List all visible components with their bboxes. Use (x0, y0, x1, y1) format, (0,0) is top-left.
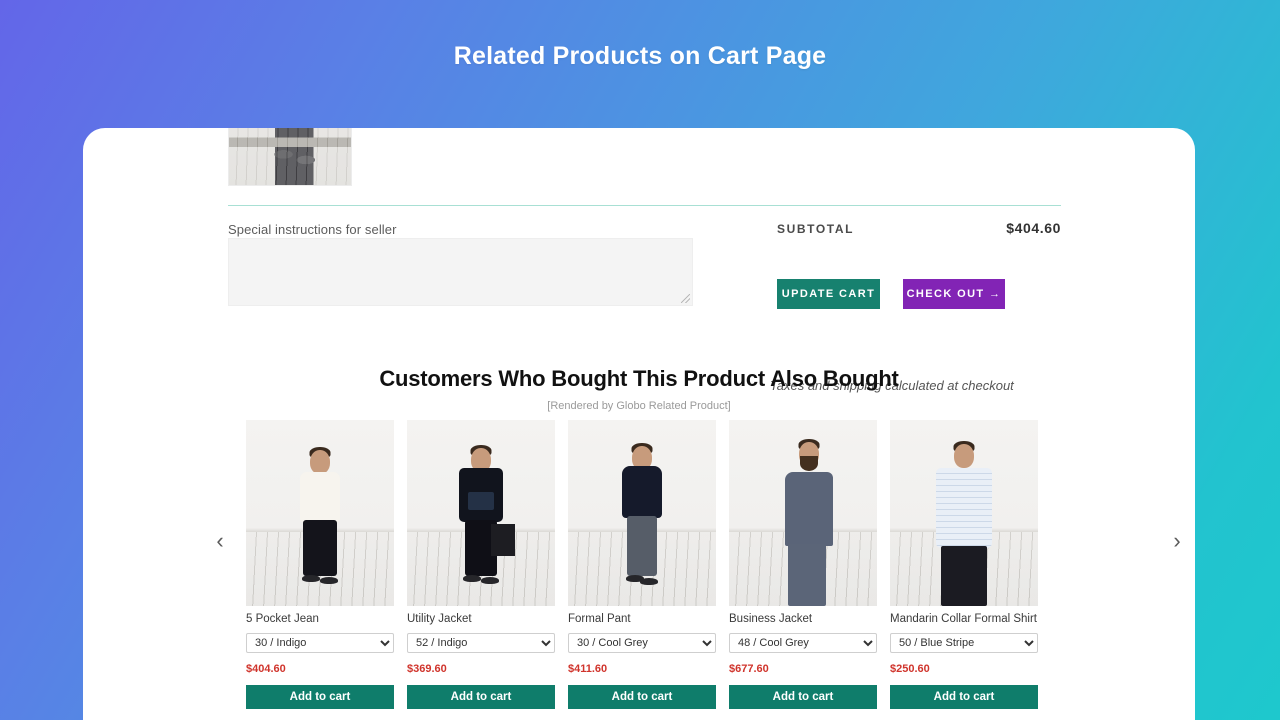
resize-grip-icon[interactable] (681, 294, 690, 303)
page-title: Related Products on Cart Page (453, 42, 827, 70)
related-products-subheading: [Rendered by Globo Related Product] (547, 400, 731, 412)
cart-item-image (229, 128, 351, 185)
add-to-cart-button[interactable]: Add to cart (568, 684, 716, 709)
special-instructions-label: Special instructions for seller (228, 222, 397, 237)
page-banner: Related Products on Cart Page (0, 0, 1280, 128)
product-card[interactable]: Business Jacket 48 / Cool Grey $677.60 A… (729, 420, 877, 709)
product-price: $677.60 (729, 662, 769, 675)
add-to-cart-button[interactable]: Add to cart (890, 684, 1038, 709)
product-image[interactable] (729, 420, 877, 606)
add-to-cart-button[interactable]: Add to cart (407, 684, 555, 709)
checkout-button[interactable]: CHECK OUT → (903, 279, 1005, 309)
add-to-cart-button[interactable]: Add to cart (729, 684, 877, 709)
variant-select[interactable]: 48 / Cool Grey (729, 632, 877, 653)
cart-divider (228, 205, 1061, 206)
special-instructions-field[interactable] (228, 238, 693, 306)
product-price: $404.60 (246, 662, 286, 675)
variant-select[interactable]: 50 / Blue Stripe (890, 632, 1038, 653)
update-cart-button[interactable]: UPDATE CART (777, 279, 880, 309)
product-image[interactable] (890, 420, 1038, 606)
subtotal-label: SUBTOTAL (777, 222, 855, 236)
product-price: $250.60 (890, 662, 930, 675)
special-instructions-input[interactable] (229, 239, 692, 305)
carousel-next-icon[interactable]: › (1159, 420, 1195, 720)
product-title[interactable]: Mandarin Collar Formal Shirt (890, 613, 1038, 627)
product-card[interactable]: Mandarin Collar Formal Shirt 50 / Blue S… (890, 420, 1038, 709)
subtotal-row: SUBTOTAL $404.60 (777, 220, 1061, 236)
product-price: $369.60 (407, 662, 447, 675)
product-model-figure (407, 420, 555, 606)
subtotal-amount: $404.60 (1006, 220, 1061, 236)
product-title[interactable]: Utility Jacket (407, 613, 555, 627)
variant-select[interactable]: 30 / Cool Grey (568, 632, 716, 653)
product-image[interactable] (407, 420, 555, 606)
product-image[interactable] (568, 420, 716, 606)
variant-select[interactable]: 52 / Indigo (407, 632, 555, 653)
product-card[interactable]: 5 Pocket Jean 30 / Indigo $404.60 Add to… (246, 420, 394, 709)
product-model-figure (568, 420, 716, 606)
related-products-heading: Customers Who Bought This Product Also B… (379, 366, 899, 391)
carousel-track: 5 Pocket Jean 30 / Indigo $404.60 Add to… (238, 420, 1159, 709)
related-products-carousel: ‹ 5 Pocket Jean 30 / Indigo $404.60 Add … (83, 420, 1195, 720)
store-page-card: Special instructions for seller SUBTOTAL… (83, 128, 1195, 720)
product-image[interactable] (246, 420, 394, 606)
variant-select[interactable]: 30 / Indigo (246, 632, 394, 653)
product-title[interactable]: Business Jacket (729, 613, 877, 627)
cart-actions: UPDATE CART CHECK OUT → (777, 279, 1005, 309)
product-card[interactable]: Utility Jacket 52 / Indigo $369.60 Add t… (407, 420, 555, 709)
product-price: $411.60 (568, 662, 608, 675)
add-to-cart-button[interactable]: Add to cart (246, 684, 394, 709)
carousel-prev-icon[interactable]: ‹ (202, 420, 238, 720)
product-model-figure (729, 420, 877, 606)
product-title[interactable]: 5 Pocket Jean (246, 613, 394, 627)
product-model-figure (890, 420, 1038, 606)
cart-item-thumbnail[interactable] (228, 128, 352, 186)
product-model-figure (246, 420, 394, 606)
product-title[interactable]: Formal Pant (568, 613, 716, 627)
product-card[interactable]: Formal Pant 30 / Cool Grey $411.60 Add t… (568, 420, 716, 709)
